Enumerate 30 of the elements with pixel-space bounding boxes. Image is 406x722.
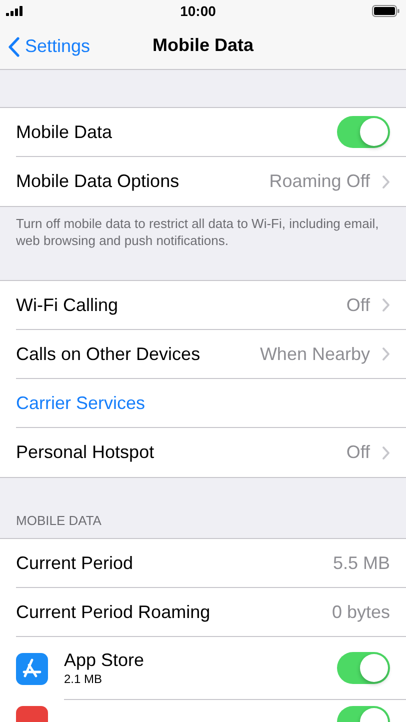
row-value: 5.5 MB [332, 552, 390, 574]
row-value: Off [346, 294, 370, 316]
row-value: 0 bytes [332, 600, 390, 624]
screen-title: Mobile Data [152, 34, 254, 57]
section-header: MOBILE DATA [16, 512, 102, 530]
row-value: Roaming Off [269, 170, 370, 193]
section-footer: Turn off mobile data to restrict all data to Wi-Fi, including email, web browsing and push notifications. [16, 215, 390, 249]
row-label[interactable]: Personal Hotspot [16, 439, 346, 466]
chevron-right-icon [382, 347, 390, 361]
app-usage: 2.1 MB [64, 671, 104, 687]
toggle-switch[interactable] [337, 116, 390, 148]
row-label[interactable]: Calls on Other Devices [16, 340, 260, 368]
chevron-right-icon [382, 298, 390, 312]
row-value: Off [346, 441, 370, 464]
row-label[interactable]: Mobile Data Options [16, 168, 270, 195]
row-label: Current Period Roaming [16, 600, 212, 624]
toggle-switch[interactable] [337, 652, 390, 684]
chevron-right-icon [382, 174, 390, 188]
app-name: App Store [64, 649, 146, 671]
chevron-right-icon [382, 446, 390, 460]
row-label: Current Period [16, 552, 134, 574]
row-label[interactable]: Wi-Fi Calling [16, 292, 346, 318]
chevron-left-icon [8, 36, 20, 56]
battery-icon [372, 5, 400, 17]
back-button[interactable]: Settings [8, 33, 90, 60]
signal-icon [6, 6, 24, 16]
carrier-services-link[interactable]: Carrier Services [16, 390, 146, 416]
status-time: 10:00 [180, 2, 216, 20]
row-label: Mobile Data [16, 120, 114, 144]
row-value: When Nearby [260, 342, 370, 366]
